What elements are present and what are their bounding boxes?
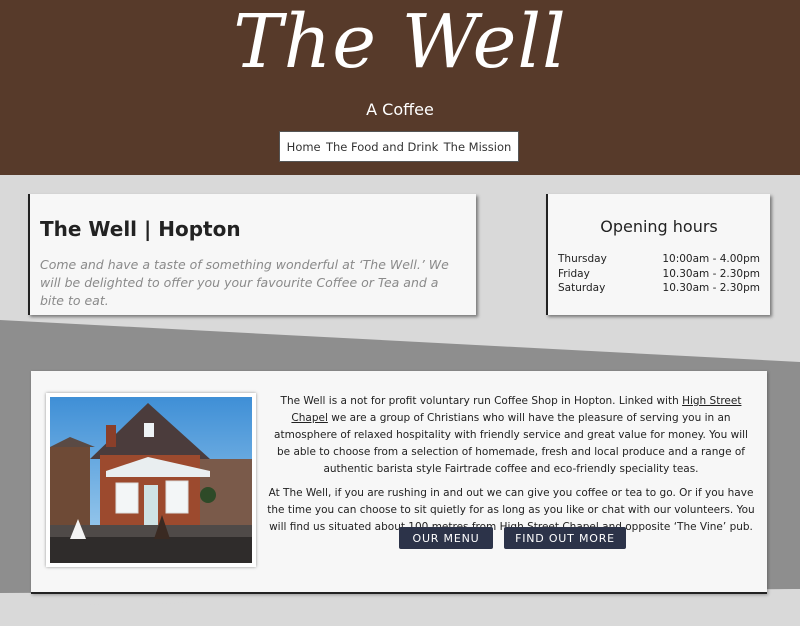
hours-day: Friday (558, 267, 590, 280)
intro-text: Come and have a taste of something wonde… (40, 257, 449, 308)
nav-item-home[interactable]: Home (287, 140, 321, 154)
site-tagline: A Coffee (366, 100, 434, 119)
about-paragraph-1: The Well is a not for profit voluntary r… (274, 395, 748, 475)
hours-row: Thursday 10:00am - 4.00pm (558, 252, 760, 267)
hours-day: Saturday (558, 282, 606, 294)
site-header: The Well A Coffee Home The Food and Drin… (0, 0, 800, 175)
nav-item-food-and-drink[interactable]: The Food and Drink (326, 140, 438, 154)
hours-time: 10.30am - 2.30pm (662, 282, 760, 294)
hours-day: Thursday (558, 253, 607, 265)
about-card: The Well is a not for profit voluntary r… (31, 371, 767, 594)
shop-photo (50, 397, 252, 563)
nav-item-mission[interactable]: The Mission (444, 140, 512, 154)
intro-card: The Well | Hopton Come and have a taste … (28, 194, 476, 315)
opening-hours-card: Opening hours Thursday 10:00am - 4.00pm … (546, 194, 770, 315)
our-menu-button[interactable]: OUR MENU (399, 527, 493, 549)
main-nav: Home The Food and Drink The Mission (279, 131, 519, 162)
intro-title: The Well | Hopton (40, 217, 241, 241)
hours-row: Friday 10.30am - 2.30pm (558, 267, 760, 282)
hours-time: 10:00am - 4.00pm (662, 253, 760, 265)
opening-hours-title: Opening hours (600, 217, 718, 236)
about-text: The Well is a not for profit voluntary r… (267, 393, 755, 543)
site-logo-title[interactable]: The Well (0, 0, 800, 84)
hours-row: Saturday 10.30am - 2.30pm (558, 281, 760, 296)
shop-photo-frame (46, 393, 256, 567)
hours-time: 10.30am - 2.30pm (662, 267, 760, 280)
find-out-more-button[interactable]: FIND OUT MORE (504, 527, 626, 549)
